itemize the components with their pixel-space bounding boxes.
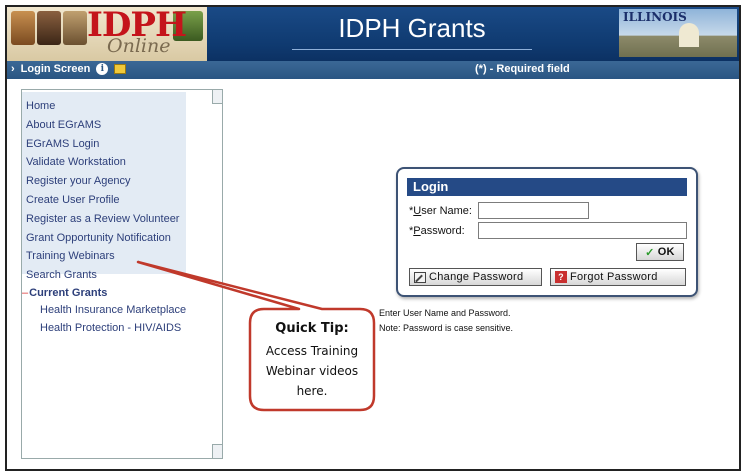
username-input[interactable] (478, 202, 589, 219)
collapse-dash-icon: – (22, 287, 29, 299)
capitol-dome-image (679, 23, 699, 47)
quick-tip-body: Access Training Webinar videos here. (265, 344, 359, 398)
question-icon: ? (555, 271, 567, 283)
title-underline (292, 49, 532, 50)
grant-item-hiv-aids[interactable]: Health Protection - HIV/AIDS (40, 319, 186, 337)
logo-photo (63, 11, 87, 45)
nav-left: › Login Screen i (11, 63, 127, 75)
login-panel: Login *User Name: *Password: ✓ OK Change… (396, 167, 698, 297)
change-password-button[interactable]: Change Password (409, 268, 542, 286)
help-book-icon[interactable] (114, 64, 127, 74)
quick-tip-callout: Quick Tip: Access Training Webinar video… (250, 314, 374, 401)
sidebar-item-about-egrams[interactable]: About EGrAMS (26, 116, 179, 135)
sidebar-item-grant-notification[interactable]: Grant Opportunity Notification (26, 229, 179, 248)
browser-frame: IDPH Online IDPH Grants ILLINOIS › Login… (5, 5, 741, 471)
grant-item-health-insurance[interactable]: Health Insurance Marketplace (40, 301, 186, 319)
login-instructions: Enter User Name and Password. Note: Pass… (379, 306, 513, 336)
illinois-banner: ILLINOIS (619, 9, 737, 57)
current-grants-heading[interactable]: –Current Grants (22, 287, 107, 299)
scrollbar-up-arrow[interactable] (212, 90, 222, 104)
logo-photo (37, 11, 61, 45)
sidebar-item-validate-workstation[interactable]: Validate Workstation (26, 153, 179, 172)
sidebar-item-create-user-profile[interactable]: Create User Profile (26, 191, 179, 210)
required-field-note: (*) - Required field (475, 63, 570, 75)
login-title: Login (407, 178, 687, 196)
ok-label: OK (657, 246, 675, 258)
sidebar: Home About EGrAMS EGrAMS Login Validate … (21, 89, 223, 459)
sidebar-item-home[interactable]: Home (26, 97, 179, 116)
sidebar-item-review-volunteer[interactable]: Register as a Review Volunteer (26, 210, 179, 229)
illinois-logo: ILLINOIS (623, 10, 687, 24)
chevron-right-icon: › (11, 63, 15, 75)
change-password-label: Change Password (429, 271, 524, 283)
edit-icon (414, 271, 426, 283)
current-grants-label: Current Grants (29, 287, 108, 299)
username-label: *User Name: (409, 205, 472, 217)
forgot-password-label: Forgot Password (570, 271, 658, 283)
quick-tip-title: Quick Tip: (275, 321, 349, 336)
page-header: IDPH Online IDPH Grants ILLINOIS (7, 7, 739, 61)
username-label-text: ser Name: (421, 205, 472, 217)
ok-button[interactable]: ✓ OK (636, 243, 684, 261)
login-note-line: Note: Password is case sensitive. (379, 323, 514, 333)
sidebar-item-egrams-login[interactable]: EGrAMS Login (26, 135, 179, 154)
grant-list: Health Insurance Marketplace Health Prot… (40, 301, 186, 337)
forgot-password-button[interactable]: ? Forgot Password (550, 268, 686, 286)
app-title: IDPH Grants (338, 13, 486, 43)
info-icon[interactable]: i (96, 63, 109, 75)
password-label: *Password: (409, 225, 465, 237)
sidebar-menu: Home About EGrAMS EGrAMS Login Validate … (26, 97, 179, 285)
checkmark-icon: ✓ (645, 246, 655, 259)
login-note-line: Enter User Name and Password. (379, 308, 511, 318)
idph-online-logo[interactable]: IDPH Online (7, 7, 207, 61)
logo-subtext: Online (107, 35, 171, 57)
logo-photo (11, 11, 35, 45)
screen-label: Login Screen (20, 63, 91, 75)
sidebar-item-register-agency[interactable]: Register your Agency (26, 172, 179, 191)
sidebar-item-search-grants[interactable]: Search Grants (26, 266, 179, 285)
sidebar-item-training-webinars[interactable]: Training Webinars (26, 247, 179, 266)
nav-bar: › Login Screen i (*) - Required field (7, 61, 739, 79)
password-label-text: assword: (420, 225, 465, 237)
scrollbar-down-arrow[interactable] (212, 444, 222, 458)
password-input[interactable] (478, 222, 687, 239)
password-hotkey: P (413, 225, 421, 237)
